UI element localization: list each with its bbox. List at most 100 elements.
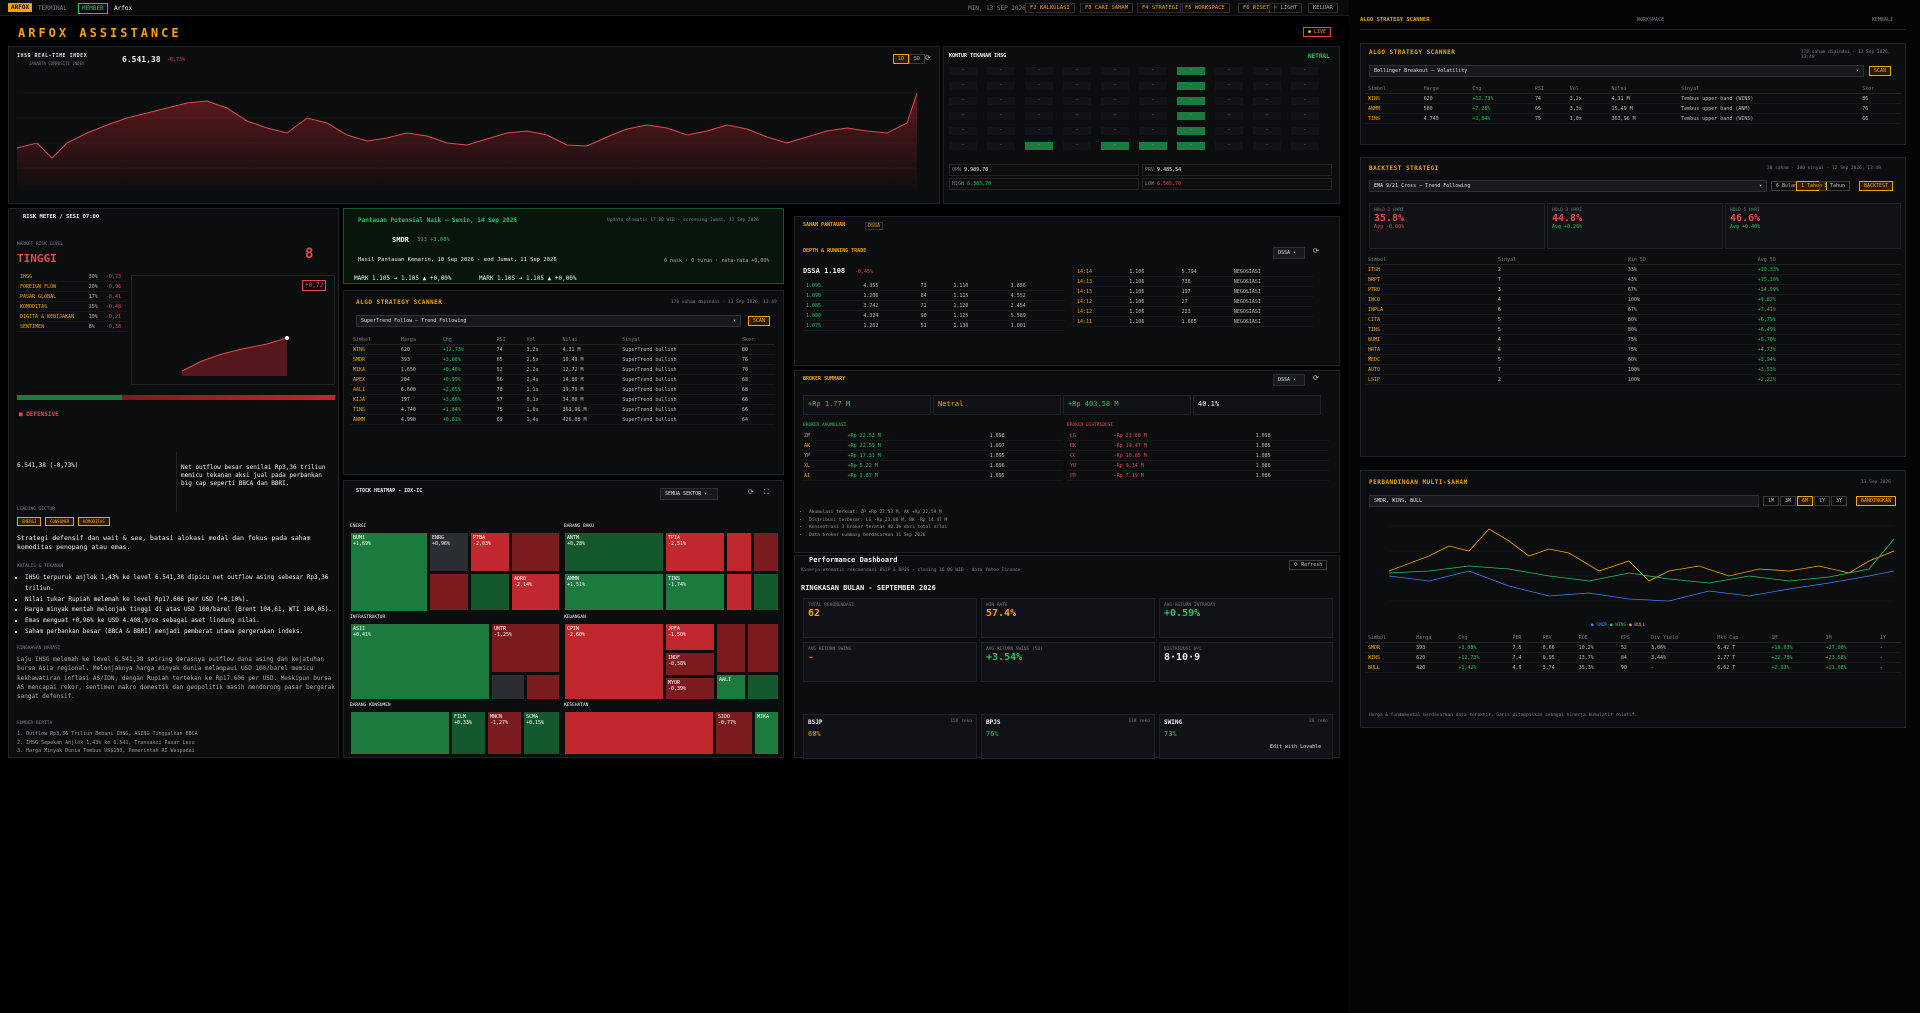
tile-small[interactable] bbox=[429, 573, 469, 611]
tile-adro[interactable]: ADRO -2,14% bbox=[511, 573, 560, 611]
lovable-badge[interactable]: Edit with Lovable bbox=[1270, 744, 1321, 750]
tile-cpin[interactable]: CPIN -2,60% bbox=[564, 623, 664, 700]
trade-row[interactable]: 14:12 1.106 27 NEGOSIASI bbox=[1074, 296, 1313, 307]
back-button[interactable]: KEMBALI bbox=[1872, 17, 1893, 23]
table-row[interactable]: AUTO 7 100% +3,53% bbox=[1365, 364, 1901, 375]
broker-sell-row[interactable]: BK -Rp 14.47 M 1.085 bbox=[1067, 440, 1329, 451]
multi-input[interactable]: SMDR, WINS, BULL bbox=[1369, 495, 1759, 507]
tile-small[interactable] bbox=[491, 674, 525, 700]
tile-indf[interactable]: INDF -0,58% bbox=[665, 652, 715, 676]
table-row[interactable]: HRTA 4 75% +4,73% bbox=[1365, 344, 1901, 355]
sector-tag-3[interactable]: KOMODITAS bbox=[77, 517, 110, 526]
tile-ammn[interactable]: AMMN +1,51% bbox=[564, 573, 664, 611]
broker-sell-row[interactable]: YU -Rp 9.14 M 1.086 bbox=[1067, 460, 1329, 471]
card-swing[interactable]: SWING 28 reko 73% bbox=[1159, 714, 1333, 759]
tile-asii[interactable]: ASII +0,41% bbox=[350, 623, 490, 700]
broker-select[interactable]: DSSA ▾ bbox=[1273, 374, 1305, 386]
table-row[interactable]: BUMI 4 75% +5,70% bbox=[1365, 334, 1901, 345]
table-row[interactable]: AALI 6.600 +2,65% 70 1,1x 19,79 M SuperTrend b… bbox=[350, 384, 775, 395]
table-row[interactable]: ANMM 580 +7,28% 65 3,3x 15,49 M Tembus upper b… bbox=[1365, 103, 1901, 114]
table-row[interactable]: WINS 620 +12,73% 7,4 0,95 13,7% 84 3,44% 2,77 T +… bbox=[1365, 652, 1901, 663]
order-book-row[interactable]: 1.075 1.262 51 1.130 1.001 bbox=[803, 320, 1065, 331]
broker-sell-row[interactable]: LG -Rp 21.80 M 1.098 bbox=[1067, 431, 1329, 441]
tile-small[interactable] bbox=[350, 711, 450, 755]
timeframe-5d-button[interactable]: 5D bbox=[909, 54, 926, 64]
table-row[interactable]: ANMM 4.990 +0,81% 69 1,4x 426,08 M SuperTrend … bbox=[350, 414, 775, 425]
tile-enrg[interactable]: ENRG +0,96% bbox=[429, 532, 469, 572]
range-1y[interactable]: 1Y bbox=[1814, 496, 1831, 506]
broker-sell-row[interactable]: CC -Rp 10.85 M 1.085 bbox=[1067, 450, 1329, 461]
range-3m[interactable]: 3M bbox=[1780, 496, 1797, 506]
workspace-button[interactable]: F5 WORKSPACE bbox=[1180, 3, 1230, 13]
range-1m[interactable]: 1M bbox=[1763, 496, 1780, 506]
tile-small[interactable] bbox=[753, 573, 779, 611]
tile-small[interactable] bbox=[747, 674, 779, 700]
compare-button[interactable]: BANDINGKAN bbox=[1856, 496, 1897, 506]
broker-buy-row[interactable]: AK +Rp 22.59 M 1.097 bbox=[801, 440, 1063, 451]
pantauan-ticker[interactable]: DSSA bbox=[865, 222, 884, 230]
period-3y[interactable]: 3 Tahun bbox=[1819, 181, 1851, 191]
table-row[interactable]: WINS 620 +12,73% 74 3,2x 4,31 M Tembus upper b… bbox=[1365, 93, 1901, 104]
card-bpjs[interactable]: BPJS 118 reko 76% bbox=[981, 714, 1155, 759]
tile-small[interactable] bbox=[726, 573, 752, 611]
table-row[interactable]: TINS 4.740 +1,84% 75 1,0x 363,96 M Tembus uppe… bbox=[1365, 113, 1901, 124]
user-name[interactable]: Arfox bbox=[114, 5, 132, 12]
tile-aali[interactable]: AALI bbox=[716, 674, 746, 700]
range-3y[interactable]: 3Y bbox=[1831, 496, 1848, 506]
table-row[interactable]: SMDR 393 +3,08% 7,5 0,66 10,2% 52 3,06% 6,42 T +1… bbox=[1365, 642, 1901, 653]
sector-tag-1[interactable]: ENERGI bbox=[17, 517, 42, 526]
risk-sector-row[interactable]: KOMODITAS 15% -0,48 bbox=[17, 301, 127, 312]
trade-row[interactable]: 14:12 1.106 223 NEGOSIASI bbox=[1074, 306, 1313, 317]
tile-bumi[interactable]: BUMI +1,69% bbox=[350, 532, 428, 612]
refresh-icon[interactable]: ⟳ bbox=[925, 54, 931, 62]
order-book-row[interactable]: 1.095 4.355 73 1.110 3.856 bbox=[803, 281, 1065, 291]
strategy-button[interactable]: F4 STRATEGI bbox=[1137, 3, 1184, 13]
tile-film[interactable]: FILM +0,33% bbox=[451, 711, 486, 755]
backtest-run-button[interactable]: BACKTEST bbox=[1859, 181, 1894, 191]
tab-algo[interactable]: ALGO STRATEGY SCANNER bbox=[1360, 17, 1430, 23]
refresh-icon[interactable]: ⟳ bbox=[748, 488, 754, 496]
risk-sector-row[interactable]: IHSG 30% -0,73 bbox=[17, 272, 127, 282]
depth-select[interactable]: DSSA ▾ bbox=[1273, 247, 1305, 259]
tile-small[interactable] bbox=[716, 623, 746, 673]
tile-tpia[interactable]: TPIA -2,51% bbox=[665, 532, 725, 572]
order-book-row[interactable]: 1.090 1.206 84 1.115 4.552 bbox=[803, 290, 1065, 301]
table-row[interactable]: APEX 204 +0,99% 66 2,4x 14,80 M SuperTrend bul… bbox=[350, 374, 775, 385]
watch-ticker[interactable]: SMDR bbox=[392, 236, 409, 244]
table-row[interactable]: TINS 4.740 +1,84% 75 1,0x 363,96 M SuperTrend … bbox=[350, 404, 775, 415]
tile-small[interactable] bbox=[747, 623, 779, 673]
risk-sector-row[interactable]: DIGITA & KEBIJAKAN 10% -0,21 bbox=[17, 311, 127, 322]
table-row[interactable]: WINS 620 +12,73% 74 3,2x 4,31 M SuperTrend bul… bbox=[350, 344, 775, 355]
broker-buy-row[interactable]: AI +Rp 3.87 M 1.095 bbox=[801, 470, 1063, 481]
tile-small[interactable] bbox=[753, 532, 779, 572]
trade-row[interactable]: 14:13 1.106 738 NEGOSIASI bbox=[1074, 276, 1313, 287]
sector-tag-2[interactable]: CONSUMER bbox=[45, 517, 75, 526]
tile-small[interactable] bbox=[470, 573, 510, 611]
card-bsjp[interactable]: BSJP 156 reko 60% bbox=[803, 714, 977, 759]
table-row[interactable]: SMDR 393 +3,08% 65 2,5x 10,49 M SuperTrend bul… bbox=[350, 354, 775, 365]
source-item[interactable]: 1. Outflow Rp3,36 Triliun Bebani IHSG, A… bbox=[17, 730, 198, 739]
tile-myor[interactable]: MYOR -0,39% bbox=[665, 677, 715, 700]
broker-buy-row[interactable]: YP +Rp 17.31 M 1.095 bbox=[801, 450, 1063, 461]
order-book-row[interactable]: 1.080 4.324 90 1.125 5.589 bbox=[803, 310, 1065, 321]
order-book-row[interactable]: 1.085 3.742 71 1.120 2.454 bbox=[803, 300, 1065, 311]
tile-small[interactable] bbox=[564, 711, 714, 755]
source-item[interactable]: 3. Harga Minyak Dunia Tembus US$100, Pem… bbox=[17, 747, 198, 756]
search-stock-button[interactable]: F3 CARI SAHAM bbox=[1080, 3, 1134, 13]
tile-ptba[interactable]: PTBA -2,03% bbox=[470, 532, 510, 572]
table-row[interactable]: KIJA 197 +3,66% 57 0,1x 34,00 M SuperTrend bul… bbox=[350, 394, 775, 405]
sector-filter-select[interactable]: SEMUA SEKTOR ▾ bbox=[660, 488, 718, 500]
trade-row[interactable]: 14:11 1.106 1.665 NEGOSIASI bbox=[1074, 316, 1313, 327]
risk-sector-row[interactable]: SENTIMEN 8% -0,38 bbox=[17, 321, 127, 332]
tile-tins[interactable]: TINS -1,74% bbox=[665, 573, 725, 611]
timeframe-1d-button[interactable]: 1D bbox=[893, 54, 910, 64]
tile-small[interactable] bbox=[526, 674, 560, 700]
table-row[interactable]: CITA 5 80% +6,79% bbox=[1365, 314, 1901, 325]
risk-sector-row[interactable]: FOREIGN FLOW 20% -0,96 bbox=[17, 281, 127, 292]
scan-button[interactable]: SCAN bbox=[748, 316, 771, 326]
refresh-icon[interactable]: ⟳ bbox=[1313, 247, 1319, 255]
risk-sector-row[interactable]: PASAR GLOBAL 17% -0,41 bbox=[17, 291, 127, 302]
logout-button[interactable]: KELUAR bbox=[1308, 3, 1338, 13]
calc-button[interactable]: F2 KALKULASI bbox=[1025, 3, 1075, 13]
tile-small[interactable] bbox=[726, 532, 752, 572]
